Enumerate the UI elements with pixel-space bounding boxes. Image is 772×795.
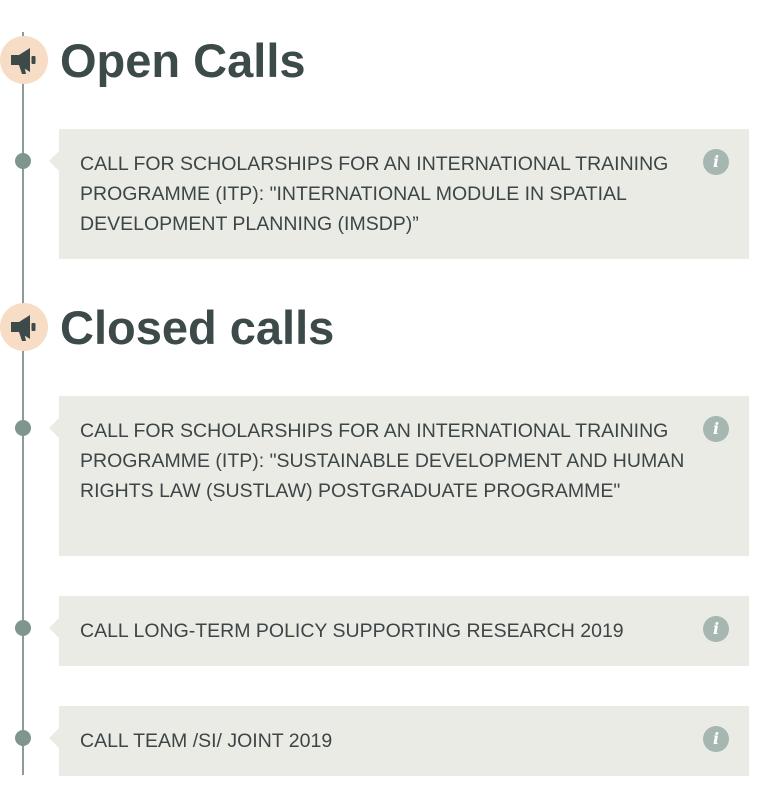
timeline-dot	[15, 620, 31, 636]
open-calls-header: Open Calls	[0, 36, 360, 86]
info-icon[interactable]: i	[703, 149, 729, 175]
info-icon[interactable]: i	[703, 726, 729, 752]
info-icon[interactable]: i	[703, 416, 729, 442]
call-title[interactable]: CALL FOR SCHOLARSHIPS FOR AN INTERNATION…	[80, 416, 692, 506]
call-title[interactable]: CALL FOR SCHOLARSHIPS FOR AN INTERNATION…	[80, 149, 692, 239]
closed-calls-header: Closed calls	[0, 303, 400, 353]
closed-calls-title: Closed calls	[60, 301, 335, 354]
call-card[interactable]: CALL FOR SCHOLARSHIPS FOR AN INTERNATION…	[49, 396, 749, 556]
timeline-dot	[15, 730, 31, 746]
call-card[interactable]: CALL TEAM /SI/ JOINT 2019 i	[49, 706, 749, 776]
closed-call-item[interactable]: CALL FOR SCHOLARSHIPS FOR AN INTERNATION…	[0, 396, 749, 556]
call-card[interactable]: CALL FOR SCHOLARSHIPS FOR AN INTERNATION…	[49, 129, 749, 259]
info-icon[interactable]: i	[703, 616, 729, 642]
megaphone-icon	[0, 36, 48, 84]
call-title[interactable]: CALL TEAM /SI/ JOINT 2019	[80, 726, 692, 756]
closed-call-item[interactable]: CALL TEAM /SI/ JOINT 2019 i	[0, 706, 749, 776]
open-call-item[interactable]: CALL FOR SCHOLARSHIPS FOR AN INTERNATION…	[0, 129, 749, 259]
megaphone-icon	[0, 303, 48, 351]
open-calls-title: Open Calls	[60, 34, 306, 87]
timeline-dot	[15, 153, 31, 169]
call-title[interactable]: CALL LONG-TERM POLICY SUPPORTING RESEARC…	[80, 616, 692, 646]
timeline-dot	[15, 420, 31, 436]
closed-call-item[interactable]: CALL LONG-TERM POLICY SUPPORTING RESEARC…	[0, 596, 749, 666]
call-card[interactable]: CALL LONG-TERM POLICY SUPPORTING RESEARC…	[49, 596, 749, 666]
